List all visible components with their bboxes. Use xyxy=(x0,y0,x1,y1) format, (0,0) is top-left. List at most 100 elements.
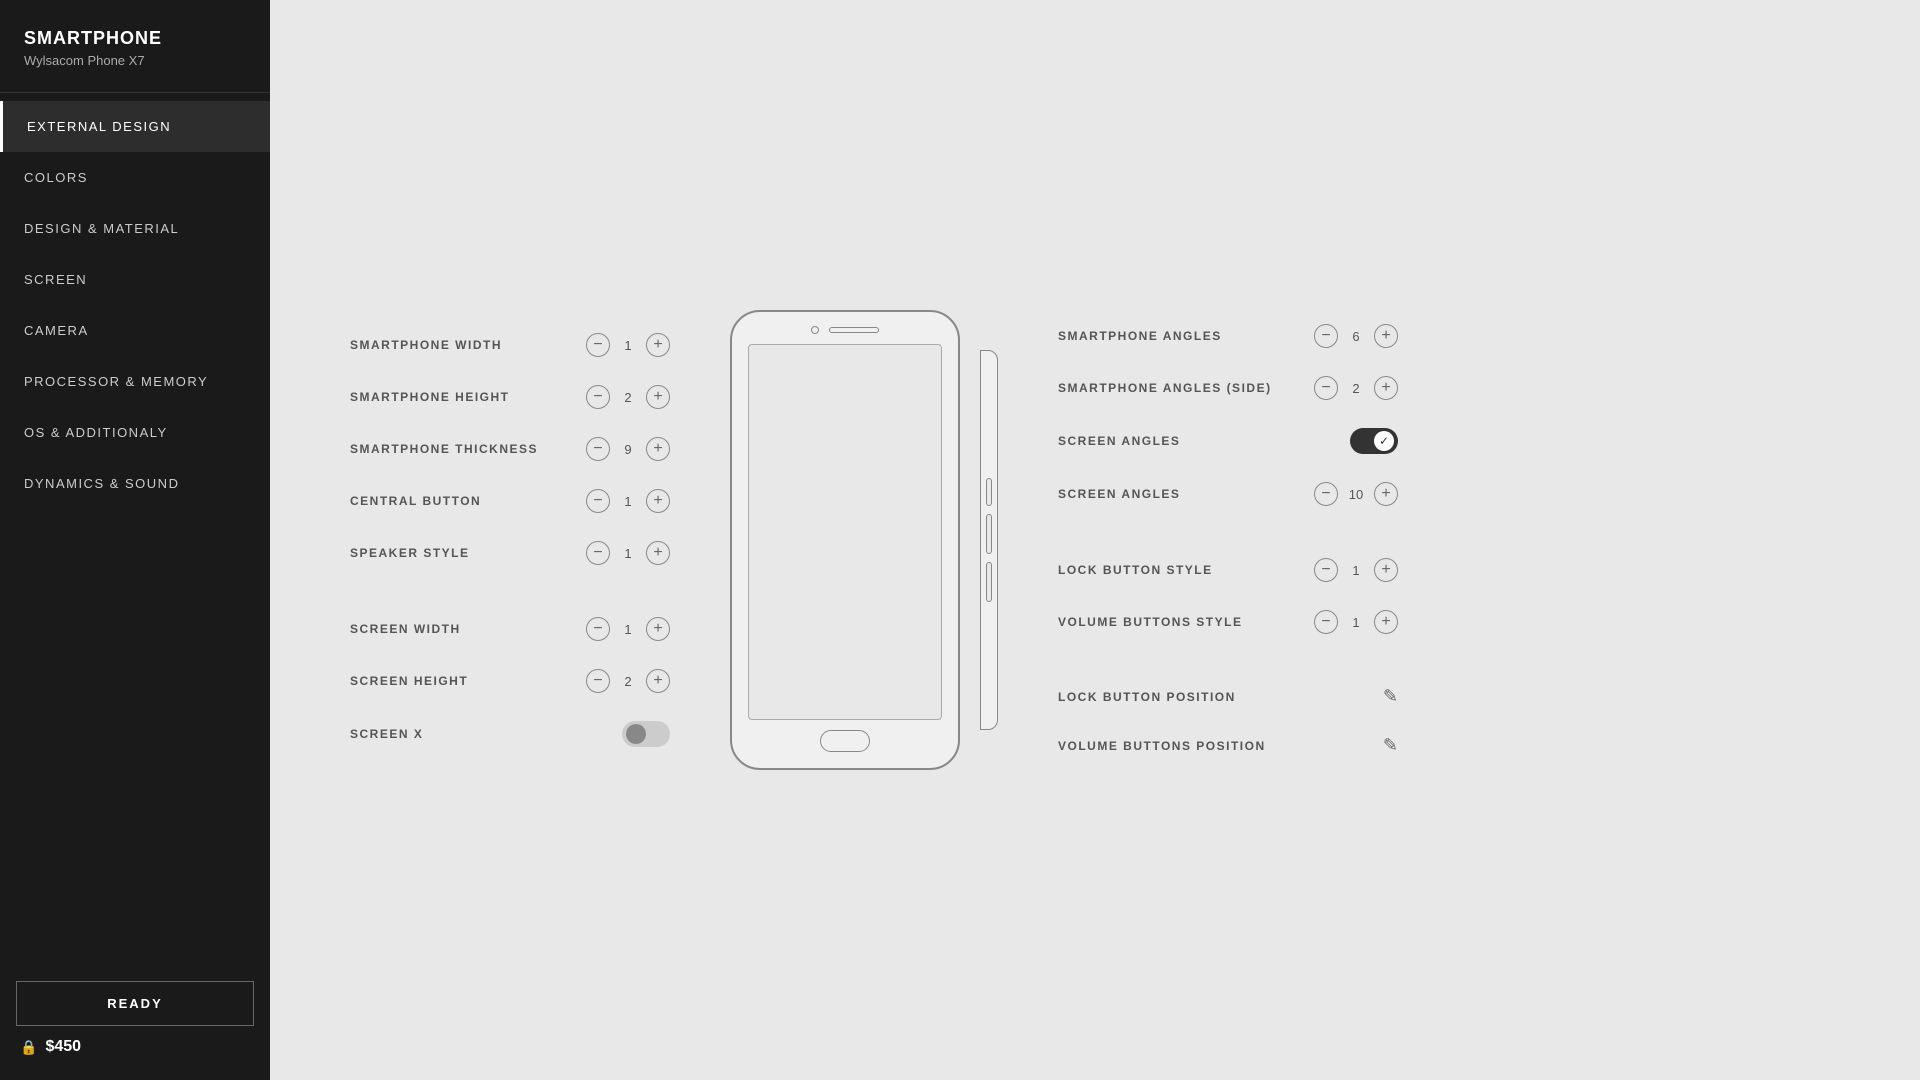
sidebar-footer: READY 🔒 $450 xyxy=(0,961,270,1080)
edit-button[interactable]: ✎ xyxy=(1383,686,1398,707)
control-row-smartphone-width: SMARTPHONE WIDTH −1 + xyxy=(350,319,670,371)
stepper-minus[interactable]: − xyxy=(586,541,610,565)
sidebar-item-dynamics-sound[interactable]: DYNAMICS & SOUND xyxy=(0,458,270,509)
stepper-minus[interactable]: − xyxy=(1314,558,1338,582)
sidebar: SMARTPHONE Wylsacom Phone X7 EXTERNAL DE… xyxy=(0,0,270,1080)
control-row-central-button: CENTRAL BUTTON−1+ xyxy=(350,475,670,527)
stepper-value: 1 xyxy=(620,338,636,353)
stepper-plus[interactable]: + xyxy=(646,385,670,409)
stepper-value: 2 xyxy=(620,390,636,405)
toggle-switch[interactable] xyxy=(622,721,670,747)
control-label: SMARTPHONE HEIGHT xyxy=(350,390,510,404)
app-title: SMARTPHONE xyxy=(24,28,246,49)
control-label: VOLUME BUTTONS POSITION xyxy=(1058,739,1266,753)
phone-camera-dot xyxy=(811,326,819,334)
control-row-screen-width: SCREEN WIDTH −1 + xyxy=(350,603,670,655)
stepper-plus[interactable]: + xyxy=(1374,558,1398,582)
stepper-value: 10 xyxy=(1348,487,1364,502)
stepper-minus[interactable]: − xyxy=(1314,610,1338,634)
control-row-lock-button-style: LOCK BUTTON STYLE−1+ xyxy=(1058,544,1398,596)
stepper-plus[interactable]: + xyxy=(1374,610,1398,634)
toggle-on-switch[interactable]: ✓ xyxy=(1350,428,1398,454)
app-subtitle: Wylsacom Phone X7 xyxy=(24,53,246,68)
sidebar-item-processor-memory[interactable]: PROCESSOR & MEMORY xyxy=(0,356,270,407)
stepper-minus[interactable]: − xyxy=(586,489,610,513)
side-button-lock xyxy=(986,478,992,506)
control-row-smartphone-thickness: SMARTPHONE THICKNESS −9 + xyxy=(350,423,670,475)
control-label: SMARTPHONE WIDTH xyxy=(350,338,502,352)
phone-top xyxy=(732,312,958,344)
stepper-plus[interactable]: + xyxy=(646,669,670,693)
stepper-plus[interactable]: + xyxy=(646,617,670,641)
toggle-knob xyxy=(626,724,646,744)
control-row-volume-buttons-style: VOLUME BUTTONS STYLE −1 + xyxy=(1058,596,1398,648)
edit-button[interactable]: ✎ xyxy=(1383,735,1398,756)
side-button-volume-down xyxy=(986,562,992,602)
stepper-plus[interactable]: + xyxy=(646,437,670,461)
stepper-minus[interactable]: − xyxy=(586,617,610,641)
toggle-on-knob: ✓ xyxy=(1374,431,1394,451)
phone-speaker xyxy=(829,327,879,333)
stepper-value: 9 xyxy=(620,442,636,457)
sidebar-item-screen[interactable]: SCREEN xyxy=(0,254,270,305)
control-row-screen-angles-toggle: SCREEN ANGLES✓ xyxy=(1058,414,1398,468)
control-label: VOLUME BUTTONS STYLE xyxy=(1058,615,1242,629)
ready-button[interactable]: READY xyxy=(16,981,254,1026)
stepper-value: 1 xyxy=(620,494,636,509)
stepper-plus[interactable]: + xyxy=(646,489,670,513)
stepper-value: 6 xyxy=(1348,329,1364,344)
right-controls: SMARTPHONE ANGLES−6+SMARTPHONE ANGLES (S… xyxy=(1058,310,1398,770)
stepper-value: 1 xyxy=(620,546,636,561)
control-row-lock-button-position: LOCK BUTTON POSITION ✎ xyxy=(1058,672,1398,721)
control-row-smartphone-angles-side: SMARTPHONE ANGLES (SIDE)−2+ xyxy=(1058,362,1398,414)
sidebar-item-colors[interactable]: COLORS xyxy=(0,152,270,203)
stepper-plus[interactable]: + xyxy=(1374,376,1398,400)
stepper-value: 1 xyxy=(1348,563,1364,578)
phone-front xyxy=(730,310,960,770)
control-row-screen-angles: SCREEN ANGLES −10 + xyxy=(1058,468,1398,520)
control-label: SMARTPHONE THICKNESS xyxy=(350,442,538,456)
stepper-minus[interactable]: − xyxy=(586,669,610,693)
control-row-smartphone-height: SMARTPHONE HEIGHT −2 + xyxy=(350,371,670,423)
stepper-minus[interactable]: − xyxy=(1314,376,1338,400)
stepper-plus[interactable]: + xyxy=(1374,482,1398,506)
phone-screen xyxy=(748,344,942,720)
phone-visualization xyxy=(730,310,998,770)
stepper-plus[interactable]: + xyxy=(646,541,670,565)
stepper-minus[interactable]: − xyxy=(586,437,610,461)
control-label: LOCK BUTTON POSITION xyxy=(1058,690,1236,704)
stepper-plus[interactable]: + xyxy=(646,333,670,357)
side-button-volume-up xyxy=(986,514,992,554)
stepper-value: 1 xyxy=(620,622,636,637)
separator xyxy=(1058,648,1398,672)
sidebar-header: SMARTPHONE Wylsacom Phone X7 xyxy=(0,0,270,93)
main-content: SMARTPHONE WIDTH−1+SMARTPHONE HEIGHT−2+S… xyxy=(270,0,1920,1080)
price-row: 🔒 $450 xyxy=(16,1038,254,1056)
control-label: SCREEN ANGLES xyxy=(1058,487,1180,501)
control-label: SCREEN WIDTH xyxy=(350,622,461,636)
stepper-plus[interactable]: + xyxy=(1374,324,1398,348)
stepper-value: 2 xyxy=(1348,381,1364,396)
price-value: $450 xyxy=(45,1038,81,1056)
phone-home-button xyxy=(820,730,870,752)
control-row-volume-buttons-position: VOLUME BUTTONS POSITION ✎ xyxy=(1058,721,1398,770)
content-area: SMARTPHONE WIDTH−1+SMARTPHONE HEIGHT−2+S… xyxy=(270,310,1920,770)
nav-list: EXTERNAL DESIGNCOLORSDESIGN & MATERIALSC… xyxy=(0,93,270,961)
sidebar-item-design-material[interactable]: DESIGN & MATERIAL xyxy=(0,203,270,254)
stepper-minus[interactable]: − xyxy=(586,385,610,409)
control-label: SMARTPHONE ANGLES xyxy=(1058,329,1222,343)
stepper-minus[interactable]: − xyxy=(1314,324,1338,348)
control-row-screen-x: SCREEN X xyxy=(350,707,670,761)
stepper-minus[interactable]: − xyxy=(586,333,610,357)
left-controls: SMARTPHONE WIDTH−1+SMARTPHONE HEIGHT−2+S… xyxy=(350,319,670,761)
control-row-screen-height: SCREEN HEIGHT−2+ xyxy=(350,655,670,707)
sidebar-item-external-design[interactable]: EXTERNAL DESIGN xyxy=(0,101,270,152)
control-label: SCREEN HEIGHT xyxy=(350,674,468,688)
stepper-value: 1 xyxy=(1348,615,1364,630)
sidebar-item-camera[interactable]: CAMERA xyxy=(0,305,270,356)
stepper-minus[interactable]: − xyxy=(1314,482,1338,506)
separator xyxy=(1058,520,1398,544)
sidebar-item-os-additionaly[interactable]: OS & ADDITIONALY xyxy=(0,407,270,458)
control-row-smartphone-angles: SMARTPHONE ANGLES −6 + xyxy=(1058,310,1398,362)
separator xyxy=(350,579,670,603)
